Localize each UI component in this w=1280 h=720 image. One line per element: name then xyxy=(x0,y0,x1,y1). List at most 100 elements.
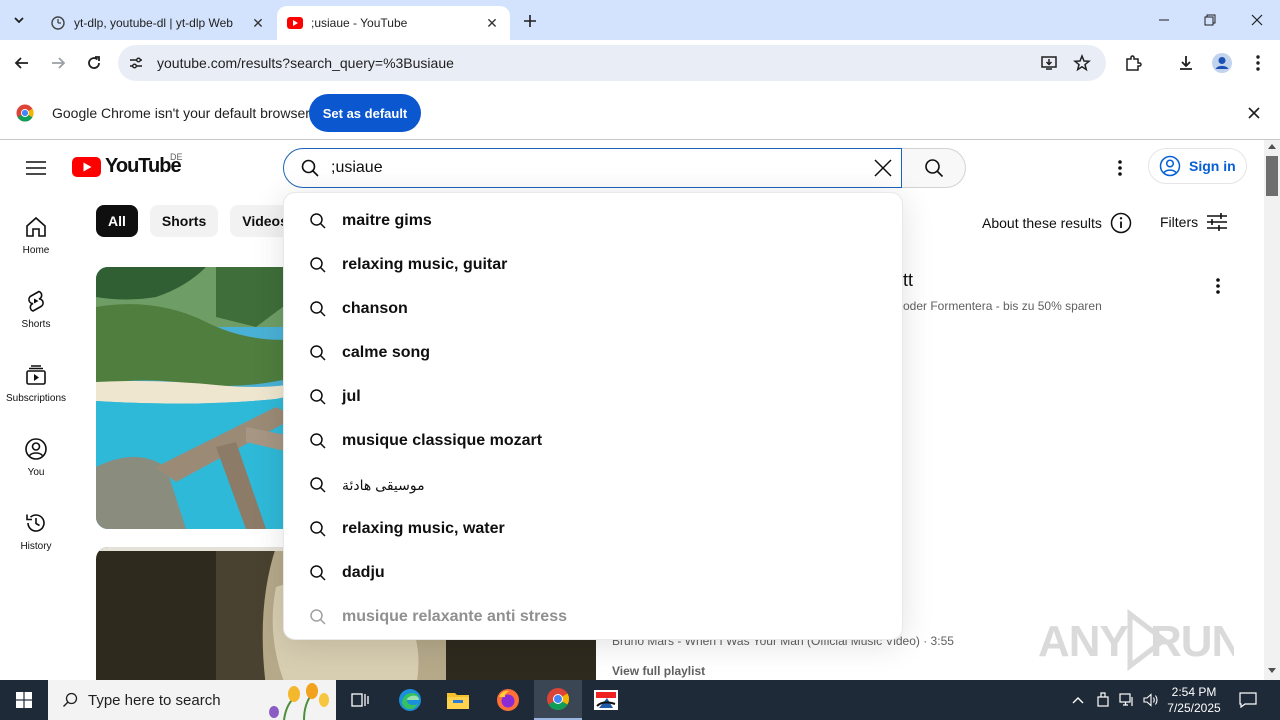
taskbar-edge[interactable] xyxy=(386,680,434,720)
restore-icon xyxy=(1204,14,1216,26)
tab-yt-dlp[interactable]: yt-dlp, youtube-dl | yt-dlp Web ✕ xyxy=(40,6,276,40)
taskbar-search-placeholder: Type here to search xyxy=(88,691,221,709)
search-icon xyxy=(308,387,328,407)
youtube-logo[interactable]: YouTube DE xyxy=(72,152,183,178)
tab-search-button[interactable] xyxy=(6,7,32,33)
search-icon xyxy=(308,431,328,451)
sidebar-item-shorts[interactable]: Shorts xyxy=(0,289,72,330)
suggestion-item[interactable]: jul xyxy=(284,375,904,419)
svg-text:ANY: ANY xyxy=(1038,617,1129,666)
home-icon xyxy=(26,216,46,237)
suggestion-item[interactable]: musique relaxante anti stress xyxy=(284,595,904,639)
search-input[interactable]: ;usiaue xyxy=(283,148,902,188)
close-tab-icon[interactable]: ✕ xyxy=(248,13,268,33)
suggestion-item[interactable]: maitre gims xyxy=(284,199,904,243)
taskbar-chrome[interactable] xyxy=(534,680,582,720)
tab-strip: yt-dlp, youtube-dl | yt-dlp Web ✕ ;usiau… xyxy=(0,0,1280,40)
suggestion-text: relaxing music, guitar xyxy=(342,256,508,273)
address-bar[interactable]: youtube.com/results?search_query=%3Busia… xyxy=(118,45,1106,81)
sliders-icon xyxy=(1207,213,1228,231)
filters-label: Filters xyxy=(1160,214,1199,230)
downloads-button[interactable] xyxy=(1172,49,1200,77)
sidebar-item-subscriptions[interactable]: Subscriptions xyxy=(0,363,72,404)
sign-in-button[interactable]: Sign in xyxy=(1148,148,1247,184)
sidebar-item-you[interactable]: You xyxy=(0,437,72,478)
taskbar-file-explorer[interactable] xyxy=(434,680,482,720)
tray-network-icon[interactable] xyxy=(1116,680,1138,720)
settings-menu-button[interactable] xyxy=(1108,156,1132,180)
suggestion-text: jul xyxy=(342,388,361,405)
suggestion-item[interactable]: موسيقى هادئة xyxy=(284,463,904,507)
suggestion-item[interactable]: musique classique mozart xyxy=(284,419,904,463)
search-icon xyxy=(308,255,328,275)
search-icon xyxy=(63,692,78,707)
taskbar-search-box[interactable]: Type here to search xyxy=(48,680,336,720)
sidebar-item-label: History xyxy=(20,541,52,552)
minimize-button[interactable] xyxy=(1141,0,1187,40)
chip-all[interactable]: All xyxy=(96,205,138,237)
search-icon xyxy=(301,159,319,177)
suggestion-item[interactable]: calme song xyxy=(284,331,904,375)
suggestion-text: musique classique mozart xyxy=(342,432,543,449)
shorts-icon xyxy=(28,290,44,312)
scroll-up-arrow-icon[interactable] xyxy=(1268,144,1276,149)
windows-taskbar: Type here to search 2:54 PM 7/25/2025 xyxy=(0,680,1280,720)
scroll-down-arrow-icon[interactable] xyxy=(1268,668,1276,673)
search-button[interactable] xyxy=(902,148,966,188)
browser-toolbar: youtube.com/results?search_query=%3Busia… xyxy=(0,40,1280,86)
tray-device-icon[interactable] xyxy=(1093,680,1113,720)
infobar-close-button[interactable] xyxy=(1244,103,1264,123)
chrome-menu-button[interactable] xyxy=(1244,49,1272,77)
install-app-icon[interactable] xyxy=(1037,51,1061,75)
set-as-default-button[interactable]: Set as default xyxy=(309,94,421,132)
folder-icon xyxy=(447,693,469,709)
view-full-playlist-link[interactable]: View full playlist xyxy=(612,664,705,678)
page-scrollbar[interactable] xyxy=(1264,140,1280,680)
suggestion-text: relaxing music, water xyxy=(342,520,505,537)
close-tab-icon[interactable]: ✕ xyxy=(482,13,502,33)
start-button[interactable] xyxy=(0,680,48,720)
suggestion-item[interactable]: chanson xyxy=(284,287,904,331)
restore-button[interactable] xyxy=(1187,0,1233,40)
search-query-text: ;usiaue xyxy=(331,159,383,176)
clear-search-button[interactable] xyxy=(872,157,894,179)
sidebar-item-home[interactable]: Home xyxy=(0,215,72,256)
about-these-results-button[interactable]: About these results xyxy=(982,212,1132,234)
result-1-title[interactable]: tt xyxy=(903,270,913,291)
suggestion-item[interactable]: dadju xyxy=(284,551,904,595)
minimize-icon xyxy=(1159,19,1169,21)
youtube-favicon-icon xyxy=(287,15,303,31)
chevron-up-icon xyxy=(1072,697,1084,704)
guide-menu-button[interactable] xyxy=(24,156,48,180)
extensions-button[interactable] xyxy=(1119,49,1147,77)
task-view-button[interactable] xyxy=(336,680,384,720)
search-suggestions-dropdown: maitre gims relaxing music, guitar chans… xyxy=(283,192,903,640)
tray-volume-icon[interactable] xyxy=(1140,680,1162,720)
close-window-button[interactable] xyxy=(1234,0,1280,40)
info-icon xyxy=(1110,212,1132,234)
result-1-menu-button[interactable] xyxy=(1206,274,1230,298)
bookmark-star-icon[interactable] xyxy=(1070,51,1094,75)
profile-button[interactable] xyxy=(1208,49,1236,77)
chip-shorts[interactable]: Shorts xyxy=(149,205,219,237)
sidebar-item-history[interactable]: History xyxy=(0,511,72,552)
taskbar-clock[interactable]: 2:54 PM 7/25/2025 xyxy=(1162,684,1226,716)
taskbar-firefox[interactable] xyxy=(484,680,532,720)
show-hidden-icons-button[interactable] xyxy=(1068,680,1088,720)
tab-youtube[interactable]: ;usiaue - YouTube ✕ xyxy=(277,6,510,40)
taskbar-video-app[interactable] xyxy=(582,680,630,720)
suggestion-item[interactable]: relaxing music, guitar xyxy=(284,243,904,287)
suggestion-text: chanson xyxy=(342,300,408,317)
action-center-button[interactable] xyxy=(1232,680,1264,720)
anyrun-watermark: ANY RUN xyxy=(1038,608,1234,672)
site-info-icon[interactable] xyxy=(124,51,148,75)
arrow-left-icon xyxy=(14,57,28,69)
forward-button[interactable] xyxy=(44,49,72,77)
suggestion-item[interactable]: relaxing music, water xyxy=(284,507,904,551)
filters-button[interactable]: Filters xyxy=(1160,212,1228,232)
back-button[interactable] xyxy=(8,49,36,77)
scrollbar-thumb[interactable] xyxy=(1266,156,1278,196)
arrow-right-icon xyxy=(52,57,66,69)
new-tab-button[interactable] xyxy=(518,9,542,33)
reload-button[interactable] xyxy=(80,49,108,77)
